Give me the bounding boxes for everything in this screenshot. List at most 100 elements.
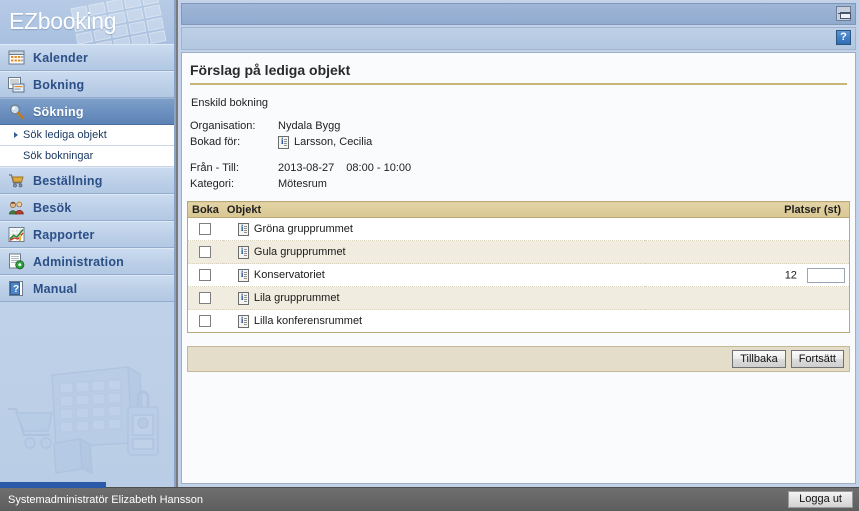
calendar-icon [8,49,25,66]
cell-platser [645,286,850,310]
app-logo: EZbooking [0,0,174,44]
cell-objekt: Konservatoriet [222,263,646,287]
object-name: Lilla konferensrummet [253,315,363,327]
object-name: Gula grupprummet [253,246,346,258]
restore-window-icon [836,6,851,21]
table-row: Konservatoriet 12 [187,263,850,287]
table-row: Lila grupprummet [187,286,850,310]
search-icon [8,103,25,120]
logo-text: EZbooking [9,8,117,34]
sidebar-watermark-illustration [0,347,174,487]
meta-key: Bokad för: [190,136,241,148]
sidebar-item-bestallning[interactable]: Beställning [0,167,174,194]
cell-platser: 12 [645,263,850,287]
table-header: Boka Objekt Platser (st) [187,201,850,218]
row-checkbox[interactable] [199,269,212,282]
info-icon[interactable] [278,135,289,149]
booking-icon [8,76,25,93]
back-button[interactable]: Tillbaka [732,350,786,368]
meta-row-bokad-for: Bokad för: Larsson, Cecilia [190,134,855,150]
column-header-platser: Platser (st) [645,201,850,218]
row-checkbox[interactable] [199,223,212,236]
application-window: EZbooking Kalender Bokning Sökning Sök l… [0,0,859,511]
continue-button[interactable]: Fortsätt [790,350,844,368]
row-checkbox[interactable] [199,246,212,259]
info-icon[interactable] [237,245,249,259]
page-title: Förslag på lediga objekt [190,62,847,85]
meta-value-wrapper: Larsson, Cecilia [278,135,372,149]
sidebar-item-bokning[interactable]: Bokning [0,71,174,98]
object-cell: Konservatoriet [227,268,641,282]
booking-type-label: Enskild bokning [191,97,269,109]
info-icon[interactable] [237,268,249,282]
logout-button[interactable]: Logga ut [788,491,853,508]
row-checkbox[interactable] [199,292,212,305]
meta-value: Nydala Bygg [278,120,341,132]
sidebar-item-rapporter[interactable]: Rapporter [0,221,174,248]
info-icon[interactable] [237,291,249,305]
visitors-icon [8,199,25,216]
meta-row-kategori: Kategori: Mötesrum [190,176,855,192]
help-button[interactable]: ? [836,30,852,46]
meta-row-fran-till: Från - Till: 2013-08-27 08:00 - 10:00 [190,160,855,176]
seats-count: 12 [784,269,797,281]
sidebar-subitem-label: Sök bokningar [23,150,94,162]
object-name: Gröna grupprummet [253,223,353,235]
sidebar-item-label: Manual [33,281,78,296]
info-icon[interactable] [237,222,249,236]
sidebar-subitem-label: Sök lediga objekt [23,129,107,141]
cell-platser [645,217,850,241]
sidebar-item-label: Besök [33,200,72,215]
object-name: Konservatoriet [253,269,325,281]
sidebar-subitem-sok-bokningar[interactable]: Sök bokningar [0,146,174,167]
sidebar-item-label: Rapporter [33,227,95,242]
object-cell: Gula grupprummet [227,245,641,259]
table-row: Gröna grupprummet [187,217,850,241]
status-bar: Systemadministratör Elizabeth Hansson Lo… [0,482,859,511]
sidebar-item-kalender[interactable]: Kalender [0,44,174,71]
info-icon[interactable] [237,314,249,328]
content-panel: Förslag på lediga objekt Enskild bokning… [181,52,856,484]
cell-objekt: Lila grupprummet [222,286,646,310]
meta-value: Mötesrum [278,178,327,190]
booking-date: 2013-08-27 [278,162,335,174]
svg-text:?: ? [13,284,19,295]
booking-time: 08:00 - 10:00 [346,162,412,174]
sidebar-item-sokning[interactable]: Sökning [0,98,174,125]
sidebar-item-label: Kalender [33,50,89,65]
cell-platser [645,240,850,264]
sidebar-item-label: Beställning [33,173,103,188]
table-row: Gula grupprummet [187,240,850,264]
cell-boka [187,286,223,310]
taskbar-accent [0,482,106,488]
cell-boka [187,217,223,241]
chart-icon [8,226,25,243]
cell-boka [187,309,223,333]
cell-platser [645,309,850,333]
seats-input[interactable] [807,267,845,283]
cart-icon [8,172,25,189]
sidebar-item-besok[interactable]: Besök [0,194,174,221]
object-cell: Lilla konferensrummet [227,314,641,328]
objects-table: Boka Objekt Platser (st) Gröna gru [187,201,850,333]
cell-objekt: Gröna grupprummet [222,217,646,241]
cell-objekt: Lilla konferensrummet [222,309,646,333]
sidebar-item-administration[interactable]: Administration [0,248,174,275]
object-cell: Gröna grupprummet [227,222,641,236]
sidebar-item-manual[interactable]: ? Manual [0,275,174,302]
meta-key: Från - Till: [190,162,239,174]
table-body: Gröna grupprummet [187,217,850,333]
sidebar-subitem-sok-lediga-objekt[interactable]: Sök lediga objekt [0,125,174,146]
row-checkbox[interactable] [199,315,212,328]
action-bar: Tillbaka Fortsätt [187,346,850,372]
object-name: Lila grupprummet [253,292,340,304]
help-icon: ? [836,30,851,45]
logged-in-user: Systemadministratör Elizabeth Hansson [8,493,204,506]
help-book-icon: ? [8,280,25,297]
window-titlebar [181,3,856,25]
sidebar-item-label: Bokning [33,77,85,92]
chevron-right-icon [14,132,18,138]
cell-objekt: Gula grupprummet [222,240,646,264]
cell-boka [187,240,223,264]
restore-window-button[interactable] [836,6,852,22]
